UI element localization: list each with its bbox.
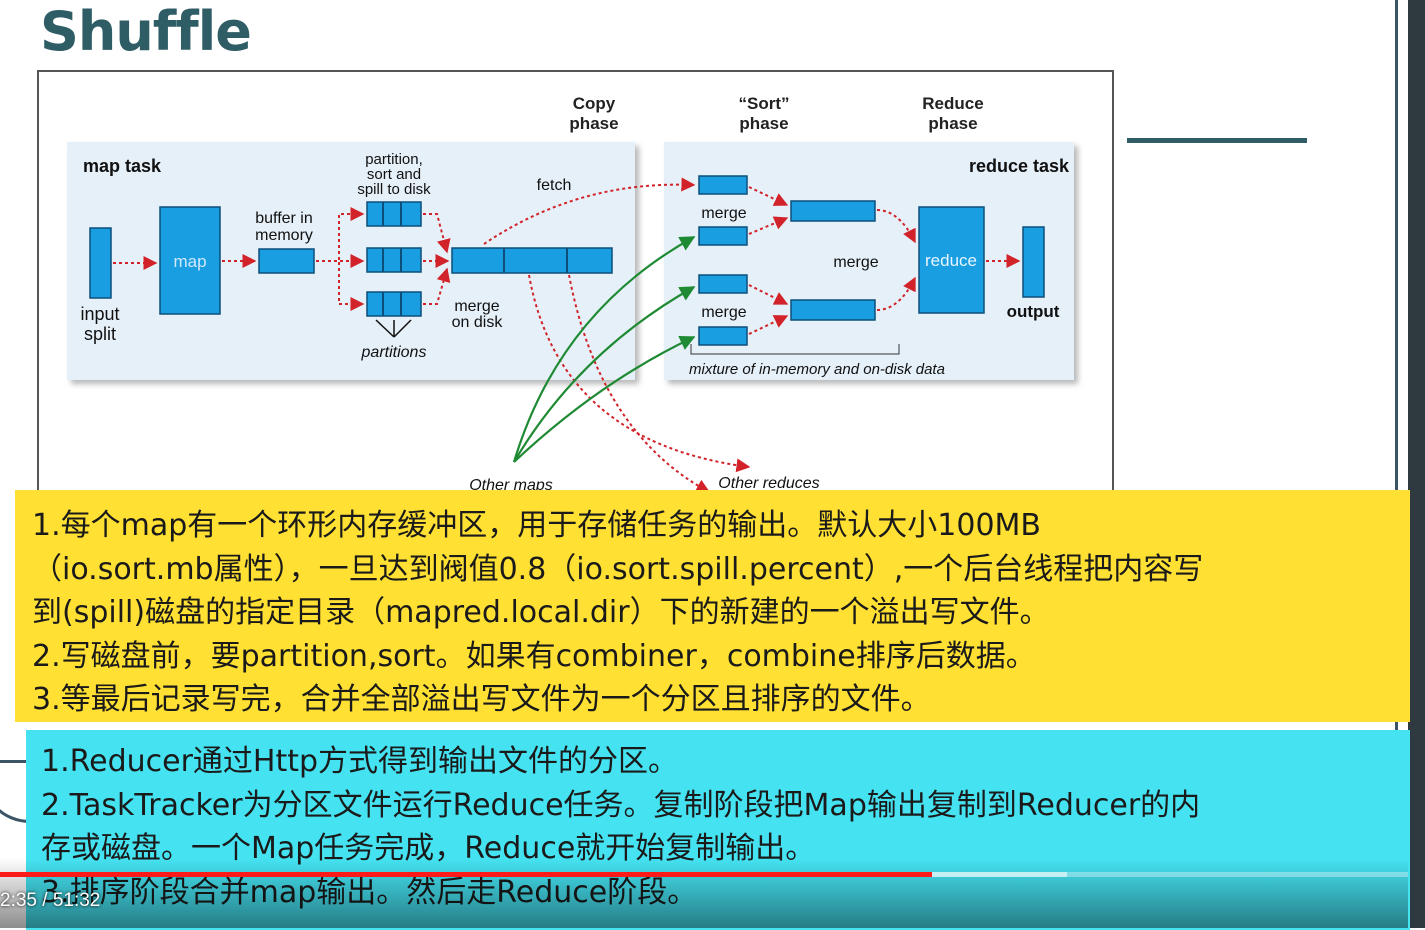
- progress-played: [0, 872, 933, 877]
- merged-segment-top: [790, 200, 876, 222]
- shuffle-diagram-svg: Copy phase “Sort” phase Reduce phase map…: [67, 94, 1074, 494]
- map-task-title: map task: [83, 156, 162, 176]
- mixture-label: mixture of in-memory and on-disk data: [689, 361, 945, 378]
- map-note-line-3: 到(spill)磁盘的指定目录（mapred.local.dir）下的新建的一个…: [32, 595, 1050, 630]
- reduce-note-line-4: 3.排序阶段合并map输出。然后走Reduce阶段。: [41, 874, 698, 910]
- copied-segment-4: [698, 326, 748, 346]
- merged-output-file: [451, 247, 613, 274]
- copied-segment-3: [698, 274, 748, 294]
- merge-on-disk-label: merge: [454, 298, 499, 315]
- map-note-line-1: 1.每个map有一个环形内存缓冲区，用于存储任务的输出。默认大小100MB: [32, 508, 1041, 543]
- reduce-box-label: reduce: [925, 251, 977, 270]
- merge-top-label: merge: [701, 205, 746, 222]
- merged-segment-bottom: [790, 299, 876, 321]
- input-split-box: [89, 227, 112, 299]
- memory-buffer-box: [258, 248, 315, 274]
- output-label: output: [1007, 302, 1060, 321]
- spill-file-1: [366, 201, 422, 227]
- reduce-task-title: reduce task: [969, 156, 1070, 176]
- reduce-phase-label: Reduce: [922, 94, 983, 113]
- copied-segment-1: [698, 175, 748, 195]
- sort-phase-label-2: phase: [739, 114, 788, 133]
- reduce-side-notes: 1.Reducer通过Http方式得到输出文件的分区。 2.TaskTracke…: [26, 730, 1410, 930]
- merge-on-disk-label-2: on disk: [452, 314, 504, 331]
- merge-middle-label: merge: [833, 254, 878, 271]
- decorative-rule: [1127, 138, 1307, 143]
- partition-note-3: spill to disk: [357, 181, 431, 198]
- reduce-note-line-2: 2.TaskTracker为分区文件运行Reduce任务。复制阶段把Map输出复…: [41, 787, 1201, 823]
- time-display: 2:35 / 51:32: [0, 890, 101, 911]
- copy-phase-label-2: phase: [569, 114, 618, 133]
- map-note-line-4: 2.写磁盘前，要partition,sort。如果有combiner，combi…: [32, 638, 1036, 674]
- fetch-label: fetch: [537, 177, 572, 194]
- map-box-label: map: [173, 252, 206, 271]
- reduce-note-line-1: 1.Reducer通过Http方式得到输出文件的分区。: [41, 744, 679, 779]
- map-note-line-2: （io.sort.mb属性），一旦达到阀值0.8（io.sort.spill.p…: [32, 551, 1204, 587]
- buffer-label-2: memory: [255, 227, 313, 244]
- input-split-label: input: [80, 304, 119, 324]
- partitions-label: partitions: [361, 344, 427, 361]
- reduce-note-line-3: 存或磁盘。一个Map任务完成，Reduce就开始复制输出。: [41, 831, 816, 866]
- merge-bottom-label: merge: [701, 304, 746, 321]
- input-split-label-2: split: [84, 324, 116, 344]
- spill-file-3: [366, 291, 422, 317]
- slide-title: Shuffle: [40, 0, 252, 63]
- progress-bar[interactable]: [0, 872, 1408, 877]
- map-note-line-5: 3.等最后记录写完，合并全部溢出写文件为一个分区且排序的文件。: [32, 682, 931, 717]
- copied-segment-2: [698, 226, 748, 246]
- copy-phase-label: Copy: [573, 94, 616, 113]
- buffer-label: buffer in: [255, 210, 313, 227]
- sort-phase-label: “Sort”: [739, 94, 790, 113]
- reduce-phase-label-2: phase: [928, 114, 977, 133]
- window-edge: [1408, 0, 1425, 928]
- map-side-notes: 1.每个map有一个环形内存缓冲区，用于存储任务的输出。默认大小100MB （i…: [15, 490, 1410, 722]
- output-box: [1022, 226, 1045, 298]
- shuffle-diagram: Copy phase “Sort” phase Reduce phase map…: [37, 70, 1114, 514]
- spill-file-2: [366, 247, 422, 273]
